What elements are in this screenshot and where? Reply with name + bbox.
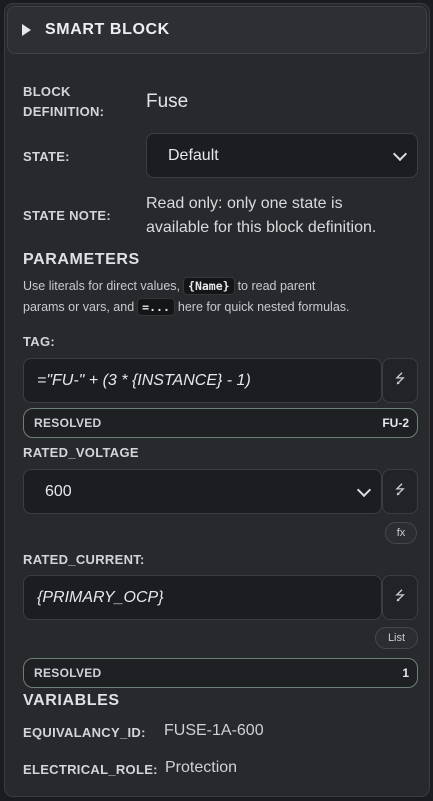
rated-current-formula-input[interactable]: {PRIMARY_OCP} (23, 575, 382, 620)
help-text-4: here for quick nested formulas. (177, 300, 350, 314)
tag-resolved-value: FU-2 (382, 416, 409, 430)
tag-formula-input[interactable]: ="FU-" + (3 * {INSTANCE} - 1) (23, 358, 382, 403)
state-note-line1: Read only: only one state is (146, 195, 343, 212)
equivalancy-id-value: FUSE-1A-600 (164, 722, 264, 739)
rated-current-formula-value: {PRIMARY_OCP} (37, 588, 164, 606)
state-label: STATE: (23, 149, 70, 164)
lightning-bolt-icon: ⭍ (394, 370, 406, 386)
variables-heading: VARIABLES (23, 692, 120, 709)
rated-current-resolved-label: RESOLVED (34, 666, 102, 680)
electrical-role-label: ELECTRICAL_ROLE: (23, 762, 158, 777)
state-note-text: Read only: only one state is available f… (146, 192, 376, 240)
rated-current-mode-pill[interactable]: List (375, 627, 418, 649)
block-definition-label-line1: BLOCK (23, 84, 71, 99)
parameters-heading: PARAMETERS (23, 251, 140, 268)
rated-current-resolved-box: RESOLVED 1 (23, 658, 418, 688)
help-code-formula: =... (137, 298, 175, 316)
tag-formula-toggle-button[interactable]: ⭍ (382, 358, 418, 403)
rated-voltage-mode-pill[interactable]: fx (385, 522, 417, 544)
help-text-3: params or vars, and (23, 300, 135, 314)
rated-voltage-select[interactable]: 600 (23, 469, 382, 514)
state-selected-value: Default (168, 146, 219, 164)
tag-resolved-box: RESOLVED FU-2 (23, 408, 418, 438)
chevron-down-icon (356, 482, 372, 497)
electrical-role-value: Protection (165, 759, 238, 776)
smart-block-header[interactable]: SMART BLOCK (7, 6, 427, 54)
lightning-bolt-icon: ⭍ (394, 587, 406, 603)
block-definition-label: BLOCK DEFINITION: (23, 82, 104, 122)
rated-current-label: RATED_CURRENT: (23, 552, 145, 567)
rated-voltage-label: RATED_VOLTAGE (23, 445, 139, 460)
chevron-down-icon (392, 146, 408, 161)
rated-current-formula-toggle-button[interactable]: ⭍ (382, 575, 418, 620)
state-note-line2: available for this block definition. (146, 219, 377, 236)
tag-formula-value: ="FU-" + (3 * {INSTANCE} - 1) (37, 371, 251, 389)
tag-resolved-label: RESOLVED (34, 416, 102, 430)
state-select[interactable]: Default (146, 133, 418, 178)
parameters-help: Use literals for direct values, {Name} to … (23, 276, 423, 318)
lightning-bolt-icon: ⭍ (394, 481, 406, 497)
rated-voltage-formula-toggle-button[interactable]: ⭍ (382, 469, 418, 514)
equivalancy-id-label: EQUIVALANCY_ID: (23, 725, 146, 740)
block-definition-value: Fuse (146, 91, 189, 112)
help-code-name: {Name} (183, 277, 235, 295)
block-definition-label-line2: DEFINITION: (23, 104, 105, 119)
help-text-2: to read parent (237, 279, 316, 293)
state-note-label: STATE NOTE: (23, 208, 112, 223)
tag-label: TAG: (23, 334, 56, 349)
caret-right-icon[interactable] (22, 24, 31, 36)
rated-voltage-selected-value: 600 (45, 482, 72, 500)
panel-title: SMART BLOCK (45, 21, 170, 38)
smart-block-panel: SMART BLOCK BLOCK DEFINITION: Fuse STATE… (4, 3, 430, 797)
rated-current-resolved-value: 1 (402, 666, 409, 680)
help-text-1: Use literals for direct values, (23, 279, 181, 293)
